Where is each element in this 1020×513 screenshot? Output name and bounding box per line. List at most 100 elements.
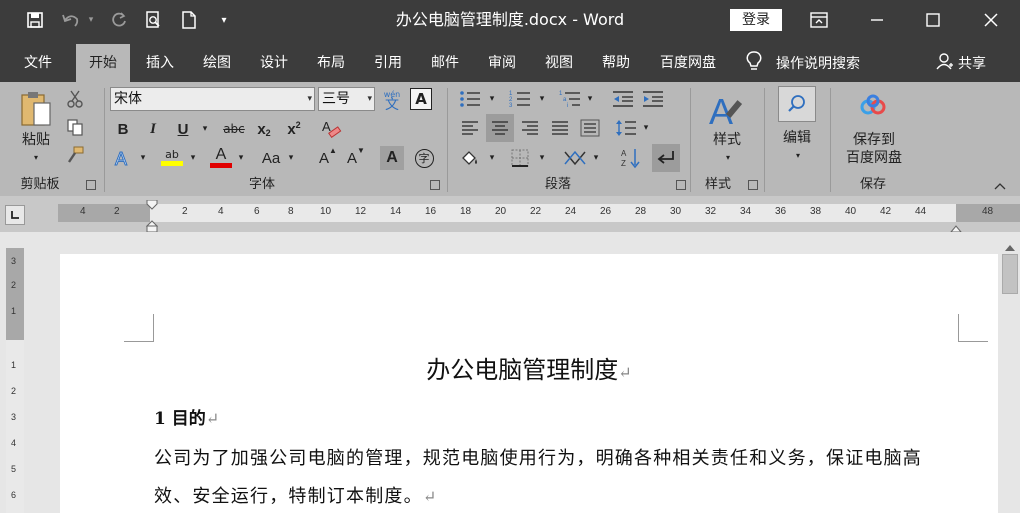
tab-file[interactable]: 文件 bbox=[12, 44, 64, 82]
align-center-icon[interactable] bbox=[486, 114, 514, 142]
multilevel-list-icon[interactable]: 1ai bbox=[556, 87, 584, 111]
tab-help[interactable]: 帮助 bbox=[592, 44, 640, 82]
tab-design[interactable]: 设计 bbox=[250, 44, 298, 82]
print-preview-icon[interactable] bbox=[140, 0, 166, 40]
chinese-layout-dropdown-icon[interactable]: ▾ bbox=[590, 149, 602, 167]
collapse-ribbon-icon[interactable] bbox=[990, 178, 1010, 194]
tell-me-search[interactable]: 操作说明搜索 bbox=[746, 44, 860, 82]
tab-stop-selector[interactable] bbox=[5, 205, 25, 225]
font-launcher-icon[interactable] bbox=[430, 180, 440, 190]
vertical-scrollbar[interactable] bbox=[1000, 232, 1020, 513]
baidu-netdisk-icon[interactable] bbox=[856, 90, 890, 122]
italic-button[interactable]: I bbox=[142, 118, 164, 140]
strikethrough-button[interactable]: abc bbox=[220, 118, 248, 140]
font-name-combo[interactable]: 宋体 ▾ bbox=[110, 87, 315, 111]
text-effects-dropdown-icon[interactable]: ▾ bbox=[136, 148, 150, 168]
bullets-dropdown-icon[interactable]: ▾ bbox=[486, 90, 498, 108]
underline-dropdown-icon[interactable]: ▾ bbox=[198, 118, 212, 140]
text-effects-icon[interactable]: A bbox=[112, 146, 134, 170]
tab-view[interactable]: 视图 bbox=[535, 44, 583, 82]
shading-icon[interactable] bbox=[456, 144, 484, 172]
cut-icon[interactable] bbox=[64, 88, 86, 110]
styles-icon[interactable]: A bbox=[706, 88, 748, 132]
numbering-dropdown-icon[interactable]: ▾ bbox=[536, 90, 548, 108]
first-line-indent-marker[interactable] bbox=[145, 199, 159, 233]
vertical-ruler[interactable]: 3 2 1 1 2 3 4 5 6 bbox=[6, 248, 24, 513]
highlight-dropdown-icon[interactable]: ▾ bbox=[186, 148, 200, 168]
editing-dropdown-icon[interactable]: ▾ bbox=[790, 150, 806, 160]
character-border-icon[interactable]: A bbox=[410, 88, 432, 110]
distributed-icon[interactable] bbox=[576, 114, 604, 142]
save-to-baidu-label-line2[interactable]: 百度网盘 bbox=[836, 148, 912, 169]
editing-label[interactable]: 编辑 bbox=[774, 128, 820, 149]
tab-baidu-netdisk[interactable]: 百度网盘 bbox=[650, 44, 726, 82]
bold-button[interactable]: B bbox=[112, 118, 134, 140]
share-button[interactable]: 共享 bbox=[936, 44, 986, 82]
document-paragraph-line-2[interactable]: 效、安全运行，特制订本制度。↵ bbox=[154, 482, 437, 508]
styles-label[interactable]: 样式 bbox=[704, 130, 750, 151]
tab-mailings[interactable]: 邮件 bbox=[421, 44, 469, 82]
highlight-color-button[interactable]: ab bbox=[158, 144, 186, 170]
bullets-icon[interactable] bbox=[456, 87, 484, 111]
character-shading-button[interactable]: A bbox=[380, 146, 404, 170]
sort-icon[interactable]: AZ bbox=[618, 144, 644, 172]
paste-label[interactable]: 粘贴 bbox=[14, 130, 58, 151]
grow-font-button[interactable]: A ▲ bbox=[316, 146, 340, 170]
undo-dropdown-icon[interactable]: ▾ bbox=[84, 0, 98, 40]
scroll-thumb[interactable] bbox=[1002, 254, 1018, 294]
format-painter-icon[interactable] bbox=[64, 144, 86, 166]
paragraph-launcher-icon[interactable] bbox=[676, 180, 686, 190]
customize-toolbar-icon[interactable]: ▾ bbox=[214, 0, 234, 40]
save-icon[interactable] bbox=[22, 0, 48, 40]
line-spacing-icon[interactable] bbox=[612, 114, 640, 142]
decrease-indent-icon[interactable] bbox=[610, 87, 636, 111]
tab-layout[interactable]: 布局 bbox=[307, 44, 355, 82]
numbering-icon[interactable]: 123 bbox=[506, 87, 534, 111]
right-indent-marker[interactable] bbox=[949, 218, 963, 233]
font-color-button[interactable]: A bbox=[208, 144, 234, 170]
close-icon[interactable] bbox=[962, 0, 1020, 40]
document-page[interactable]: 办公电脑管理制度↵ 1 目的↵ 公司为了加强公司电脑的管理，规范电脑使用行为，明… bbox=[60, 254, 998, 513]
styles-dropdown-icon[interactable]: ▾ bbox=[720, 152, 736, 162]
font-size-dropdown-icon[interactable]: ▾ bbox=[367, 88, 372, 110]
subscript-button[interactable]: x2 bbox=[252, 118, 276, 140]
font-color-dropdown-icon[interactable]: ▾ bbox=[234, 148, 248, 168]
maximize-icon[interactable] bbox=[904, 0, 962, 40]
change-case-dropdown-icon[interactable]: ▾ bbox=[284, 148, 298, 168]
borders-dropdown-icon[interactable]: ▾ bbox=[536, 149, 548, 167]
change-case-button[interactable]: Aa bbox=[258, 146, 284, 170]
tab-references[interactable]: 引用 bbox=[364, 44, 412, 82]
clipboard-launcher-icon[interactable] bbox=[86, 180, 96, 190]
undo-icon[interactable] bbox=[58, 0, 84, 40]
shrink-font-button[interactable]: A ▼ bbox=[344, 146, 368, 170]
increase-indent-icon[interactable] bbox=[640, 87, 666, 111]
clear-formatting-icon[interactable]: A bbox=[318, 116, 344, 142]
paste-dropdown-icon[interactable]: ▾ bbox=[28, 152, 44, 162]
ribbon-display-options-icon[interactable] bbox=[790, 0, 848, 40]
styles-launcher-icon[interactable] bbox=[748, 180, 758, 190]
superscript-button[interactable]: x2 bbox=[282, 118, 306, 140]
scroll-up-icon[interactable] bbox=[1004, 238, 1016, 251]
enclose-characters-button[interactable]: 字 bbox=[412, 146, 436, 170]
horizontal-ruler[interactable]: 4 2 2 4 6 8 10 12 14 16 18 20 22 24 26 2… bbox=[58, 204, 1020, 222]
document-heading-1[interactable]: 1 目的↵ bbox=[154, 404, 219, 429]
login-button[interactable]: 登录 bbox=[730, 9, 782, 31]
paste-icon[interactable] bbox=[16, 88, 56, 132]
chinese-layout-icon[interactable] bbox=[560, 144, 590, 172]
justify-icon[interactable] bbox=[546, 114, 574, 142]
minimize-icon[interactable] bbox=[848, 0, 906, 40]
new-document-icon[interactable] bbox=[176, 0, 202, 40]
document-paragraph-line-1[interactable]: 公司为了加强公司电脑的管理，规范电脑使用行为，明确各种相关责任和义务，保证电脑高 bbox=[154, 444, 922, 470]
redo-icon[interactable] bbox=[106, 0, 132, 40]
show-paragraph-marks-icon[interactable] bbox=[652, 144, 680, 172]
shading-dropdown-icon[interactable]: ▾ bbox=[486, 149, 498, 167]
tab-draw[interactable]: 绘图 bbox=[193, 44, 241, 82]
align-right-icon[interactable] bbox=[516, 114, 544, 142]
tab-review[interactable]: 审阅 bbox=[478, 44, 526, 82]
font-size-combo[interactable]: 三号 ▾ bbox=[318, 87, 375, 111]
document-title[interactable]: 办公电脑管理制度↵ bbox=[60, 350, 998, 385]
line-spacing-dropdown-icon[interactable]: ▾ bbox=[640, 119, 652, 137]
editing-icon[interactable] bbox=[778, 86, 816, 122]
phonetic-guide-icon[interactable]: wén 文 bbox=[380, 86, 404, 114]
font-name-dropdown-icon[interactable]: ▾ bbox=[307, 88, 312, 110]
